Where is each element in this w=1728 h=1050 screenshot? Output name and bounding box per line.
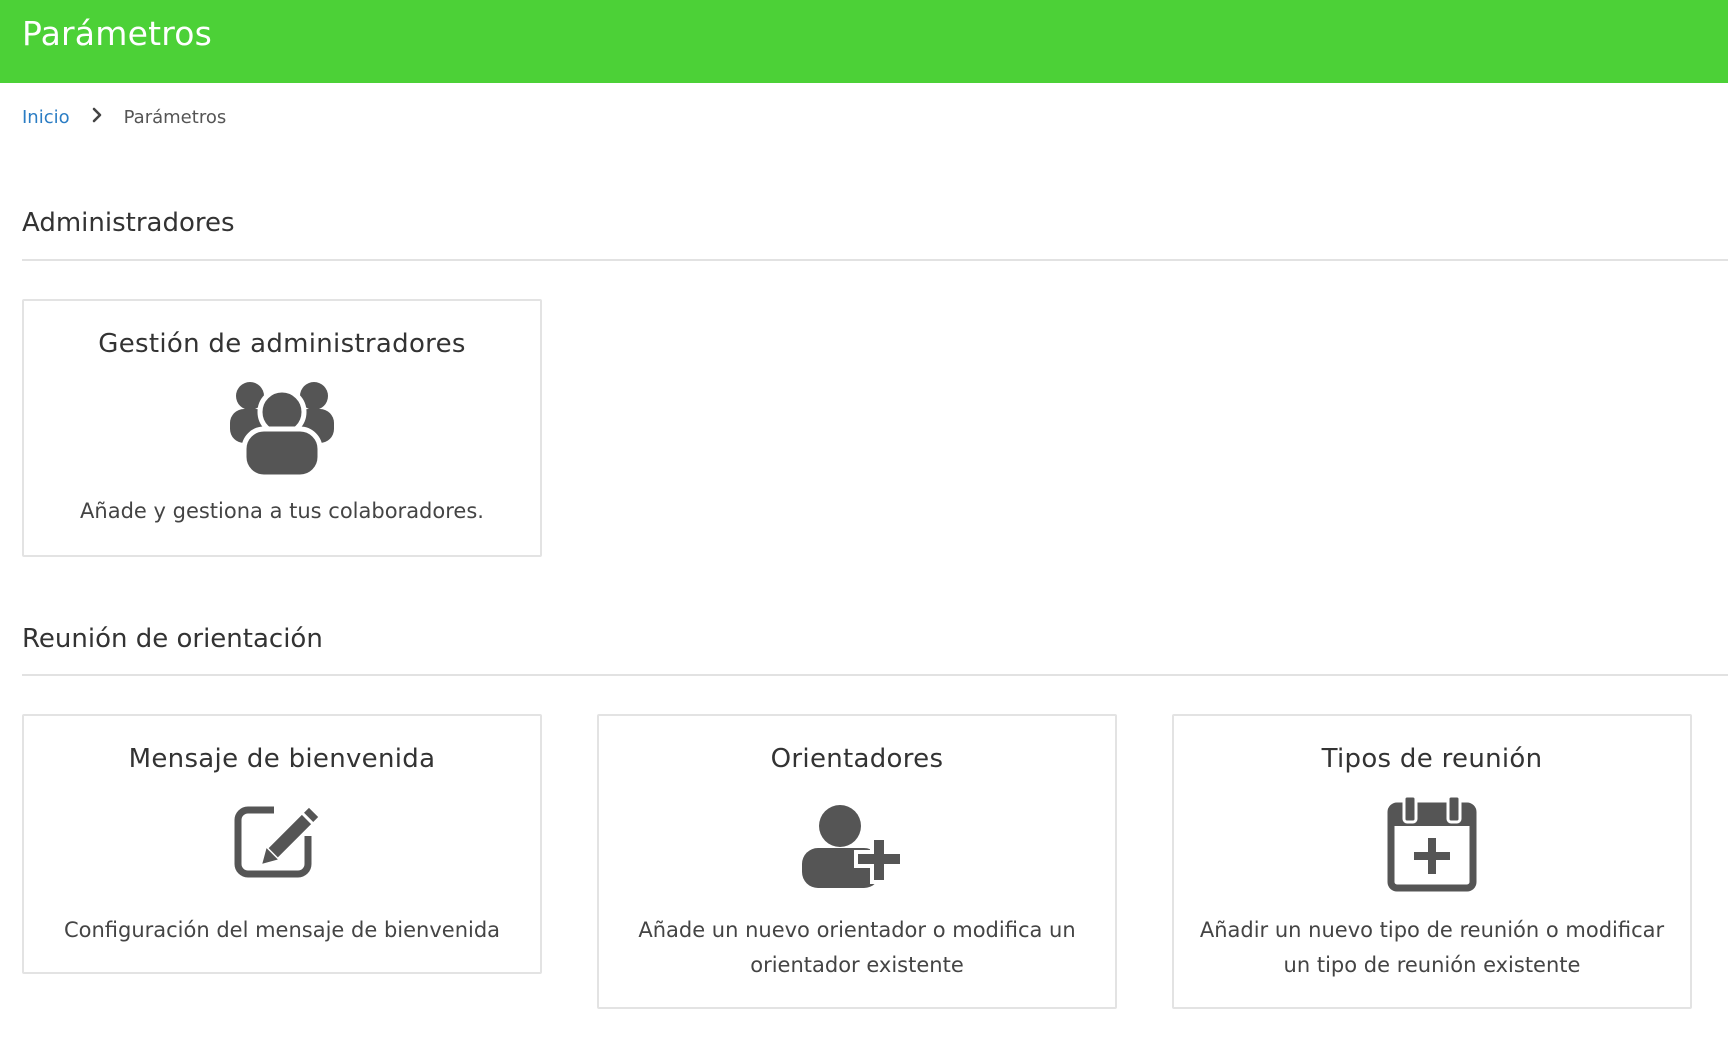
card-gestion-administradores[interactable]: Gestión de administradores Añade y gesti… [22, 299, 542, 557]
user-plus-icon [599, 804, 1115, 888]
breadcrumb: Inicio Parámetros [22, 104, 226, 130]
card-mensaje-bienvenida[interactable]: Mensaje de bienvenida Configuración del … [22, 714, 542, 974]
section-divider [22, 674, 1728, 676]
page-title: Parámetros [22, 14, 213, 53]
card-title: Orientadores [770, 744, 944, 774]
users-group-icon [24, 379, 540, 477]
section-divider [22, 259, 1728, 261]
card-description: Añade y gestiona a tus colaboradores. [80, 499, 484, 523]
calendar-plus-icon [1174, 796, 1690, 892]
section-title-administradores: Administradores [22, 208, 235, 238]
card-orientadores[interactable]: Orientadores Añade un nuevo orientador o… [597, 714, 1117, 1009]
breadcrumb-current: Parámetros [123, 106, 227, 128]
card-title: Mensaje de bienvenida [128, 744, 436, 774]
card-description: Configuración del mensaje de bienvenida [63, 918, 501, 942]
chevron-right-icon [84, 107, 110, 128]
card-tipos-reunion[interactable]: Tipos de reunión Añadir un nuevo tipo de… [1172, 714, 1692, 1009]
edit-icon [24, 802, 540, 880]
card-description: Añade un nuevo orientador o modifica un … [638, 918, 1076, 977]
page-header: Parámetros [0, 0, 1728, 83]
card-title: Gestión de administradores [98, 329, 466, 359]
breadcrumb-home-link[interactable]: Inicio [22, 107, 70, 128]
card-description: Añadir un nuevo tipo de reunión o modifi… [1199, 918, 1665, 977]
section-title-reunion-orientacion: Reunión de orientación [22, 624, 323, 654]
card-title: Tipos de reunión [1321, 744, 1543, 774]
